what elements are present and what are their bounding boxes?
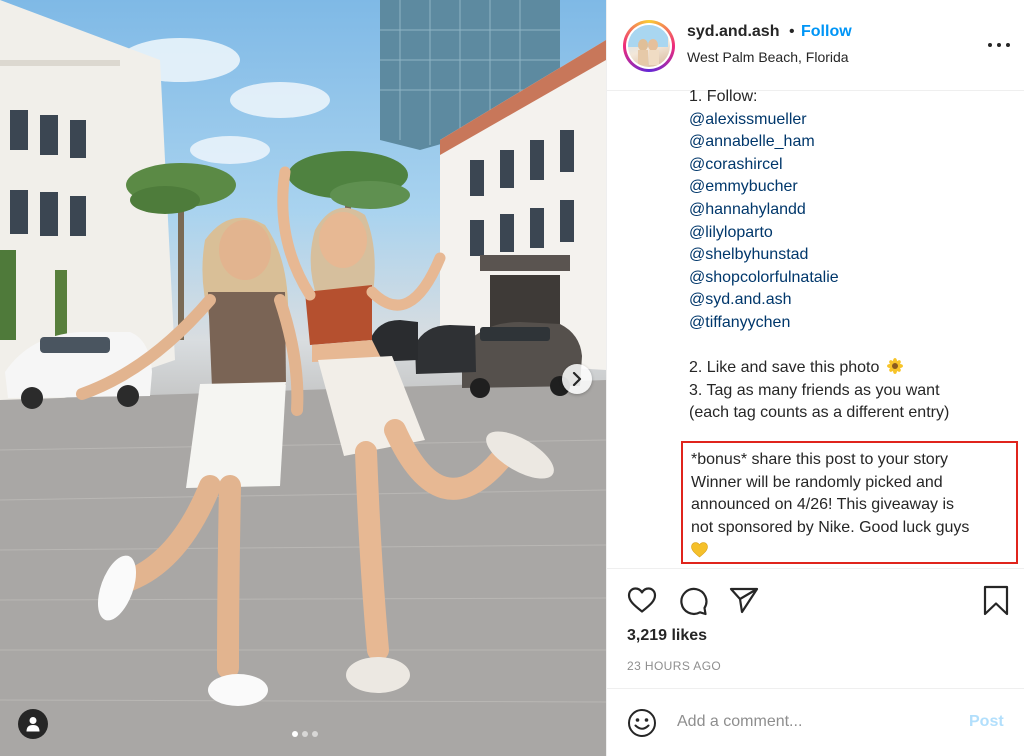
heart-icon[interactable]	[627, 586, 657, 614]
mention-link[interactable]: @alexissmueller	[689, 111, 807, 128]
carousel-next-button[interactable]	[562, 364, 592, 394]
photo-scene	[0, 0, 606, 756]
mention-link[interactable]: @tiffanyychen	[689, 314, 790, 331]
smiley-icon[interactable]	[627, 708, 657, 738]
post-comment-button[interactable]: Post	[969, 713, 1004, 731]
post-side-panel: syd.and.ash • Follow West Palm Beach, Fl…	[606, 0, 1024, 756]
post-location[interactable]: West Palm Beach, Florida	[687, 49, 849, 65]
chevron-right-icon	[572, 372, 582, 386]
paper-plane-icon[interactable]	[729, 586, 759, 614]
comment-icon[interactable]	[678, 586, 708, 616]
bonus-line: *bonus* share this post to your story	[691, 451, 949, 468]
mention-link[interactable]: @lilyloparto	[689, 224, 773, 241]
post-username[interactable]: syd.and.ash	[687, 23, 779, 41]
carousel-dot	[292, 731, 298, 737]
tagged-users-button[interactable]	[18, 709, 48, 739]
post-actions: 3,219 likes 23 HOURS AGO	[607, 568, 1024, 688]
caption-follow-heading: 1. Follow:	[689, 88, 758, 105]
yellow-heart-emoji	[691, 542, 708, 558]
follow-button[interactable]: Follow	[801, 23, 852, 41]
bonus-line: Winner will be randomly picked and	[691, 473, 943, 491]
mention-link[interactable]: @corashircel	[689, 156, 783, 173]
caption-step-3: 3. Tag as many friends as you want	[689, 381, 940, 399]
post-timestamp[interactable]: 23 HOURS AGO	[627, 659, 721, 673]
carousel-dot	[302, 731, 308, 737]
mention-link[interactable]: @annabelle_ham	[689, 133, 815, 150]
post-caption: 1. Follow: @alexissmueller @annabelle_ha…	[689, 86, 1017, 425]
caption-bonus-text: *bonus* share this post to your story Wi…	[691, 449, 1016, 561]
highlight-annotation-box: *bonus* share this post to your story Wi…	[681, 441, 1018, 564]
bonus-line: announced on 4/26! This giveaway is	[691, 496, 954, 514]
caption-step-3-note: (each tag counts as a different entry)	[689, 404, 950, 422]
carousel-dot	[312, 731, 318, 737]
comment-bar: Post	[607, 688, 1024, 756]
caption-step-2: 2. Like and save this photo	[689, 359, 880, 377]
mention-link[interactable]: @syd.and.ash	[689, 291, 792, 308]
mention-link[interactable]: @shopcolorfulnatalie	[689, 269, 839, 286]
separator-dot: •	[789, 23, 795, 40]
avatar[interactable]	[623, 20, 675, 72]
post-header: syd.and.ash • Follow West Palm Beach, Fl…	[607, 0, 1024, 91]
more-options-button[interactable]	[988, 36, 1010, 54]
user-tag-icon	[26, 717, 40, 732]
more-dots-icon	[988, 43, 992, 47]
sunflower-emoji	[886, 358, 903, 375]
mention-link[interactable]: @emmybucher	[689, 178, 798, 195]
mention-link[interactable]: @shelbyhunstad	[689, 246, 808, 263]
mention-link[interactable]: @hannahylandd	[689, 201, 806, 218]
comment-input[interactable]	[677, 709, 957, 735]
carousel-indicator	[292, 731, 318, 737]
likes-count[interactable]: 3,219 likes	[627, 627, 707, 645]
post-photo[interactable]	[0, 0, 606, 756]
bookmark-icon[interactable]	[983, 585, 1009, 616]
bonus-line: not sponsored by Nike. Good luck guys	[691, 518, 970, 536]
